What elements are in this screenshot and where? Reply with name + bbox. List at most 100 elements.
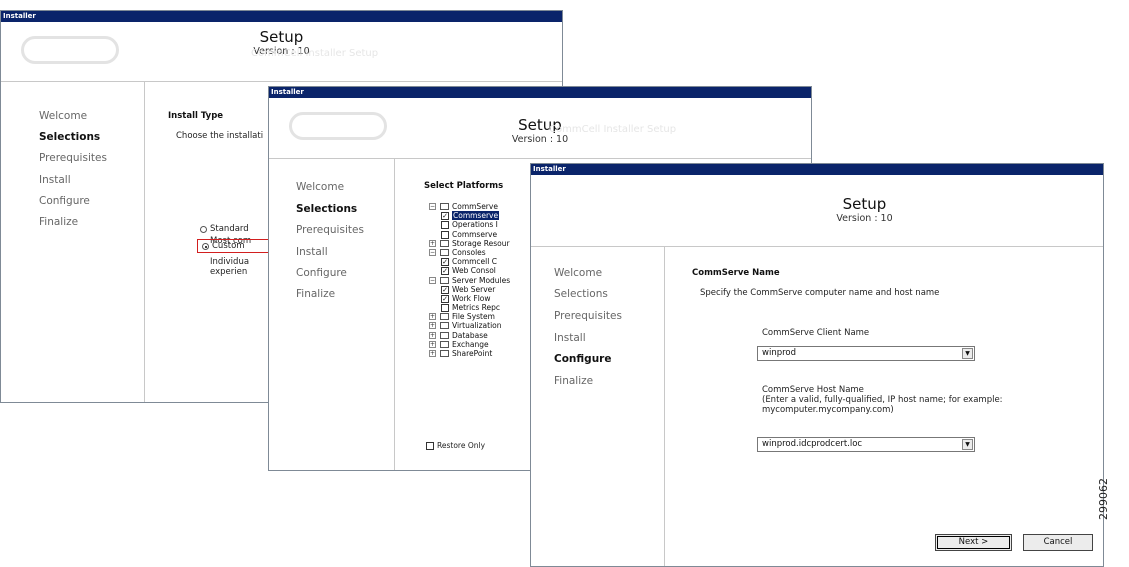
tree-item-label: File System	[452, 312, 495, 322]
nav-step-welcome: Welcome	[39, 110, 88, 122]
product-logo	[21, 36, 119, 64]
next-button[interactable]: Next >	[935, 534, 1012, 551]
folder-icon	[440, 248, 449, 256]
nav-step-selections: Selections	[554, 288, 608, 300]
tree-item-checkbox[interactable]: ✓	[441, 294, 449, 303]
section-title: Install Type	[168, 111, 224, 121]
section-title: CommServe Name	[692, 268, 780, 278]
window-title-bar: Installer	[269, 87, 811, 98]
tree-item-checkbox[interactable]	[441, 230, 449, 239]
tree-item-checkbox[interactable]	[441, 304, 449, 313]
expand-icon[interactable]: +	[429, 340, 436, 348]
tree-item-label: Exchange	[452, 339, 489, 349]
host-name-label: CommServe Host Name	[762, 385, 864, 395]
host-name-hint-line1: (Enter a valid, fully-qualified, IP host…	[762, 395, 1003, 405]
nav-step-selections: Selections	[296, 203, 358, 215]
custom-option-label[interactable]: Custom	[212, 241, 245, 251]
tree-item-label: Web Consol	[452, 266, 496, 276]
collapse-icon[interactable]: −	[429, 276, 436, 284]
window-title-bar: Installer	[1, 11, 562, 22]
setup-version: Version : 10	[836, 213, 893, 224]
tree-item-checkbox[interactable]: ✓	[441, 267, 449, 276]
figure-id-label: 299062	[1097, 478, 1110, 520]
expand-icon[interactable]: +	[429, 322, 436, 330]
folder-icon	[440, 203, 449, 210]
folder-icon	[440, 239, 449, 247]
tree-item-label: Web Server	[452, 284, 496, 294]
restore-only-label[interactable]: Restore Only	[437, 441, 485, 450]
tree-item-label: Work Flow	[452, 293, 491, 303]
nav-step-install: Install	[296, 246, 328, 258]
setup-header: Setup Version : 10	[531, 175, 1103, 247]
nav-step-prerequisites: Prerequisites	[296, 224, 364, 236]
expand-icon[interactable]: +	[429, 331, 436, 339]
tree-item-label: SharePoint	[452, 349, 493, 358]
tree-item-checkbox[interactable]: ✓	[441, 285, 449, 294]
nav-step-selections: Selections	[39, 131, 101, 143]
header-watermark: CommCell Installer Setup	[251, 48, 379, 59]
custom-option-desc-line2: experien	[210, 267, 248, 277]
collapse-icon[interactable]: −	[429, 248, 436, 256]
host-name-hint-line2: mycomputer.mycompany.com)	[762, 405, 894, 415]
folder-icon	[440, 350, 449, 357]
tree-item-label: Consoles	[452, 247, 486, 257]
tree-item-label: CommServe	[452, 202, 498, 211]
installer-window-commserve-name: Installer Setup Version : 10 Welcome Sel…	[530, 163, 1104, 567]
product-logo	[289, 112, 387, 140]
section-title: Select Platforms	[424, 181, 504, 191]
custom-radio[interactable]	[202, 243, 209, 250]
tree-item-label: Metrics Repc	[452, 303, 500, 313]
tree-item-checkbox[interactable]: ✓	[441, 258, 449, 267]
folder-icon	[440, 331, 449, 339]
custom-option-desc-line1: Individua	[210, 257, 250, 267]
wizard-steps-sidebar: Welcome Selections Prerequisites Install…	[269, 159, 395, 470]
host-name-value: winprod.idcprodcert.loc	[762, 439, 863, 449]
cancel-button[interactable]: Cancel	[1023, 534, 1093, 551]
folder-icon	[440, 313, 449, 321]
commserve-name-panel: CommServe Name Specify the CommServe com…	[665, 247, 1103, 566]
folder-icon	[440, 276, 449, 284]
tree-item-label: Commserve	[452, 229, 498, 239]
expand-icon[interactable]: +	[429, 239, 436, 247]
client-name-value: winprod	[762, 348, 796, 358]
tree-item-checkbox[interactable]: ✓	[441, 212, 449, 221]
wizard-steps-sidebar: Welcome Selections Prerequisites Install…	[531, 247, 665, 566]
tree-item-label: Virtualization	[452, 321, 502, 331]
expand-icon[interactable]: +	[429, 350, 436, 357]
setup-header: CommCell Installer Setup Setup Version :…	[1, 22, 562, 82]
tree-item-label: Server Modules	[452, 275, 511, 285]
nav-step-welcome: Welcome	[296, 181, 345, 193]
restore-only-checkbox[interactable]	[426, 442, 434, 450]
nav-step-prerequisites: Prerequisites	[39, 152, 107, 164]
nav-step-configure: Configure	[296, 267, 347, 279]
header-watermark: CommCell Installer Setup	[549, 124, 677, 135]
folder-icon	[440, 322, 449, 330]
tree-item-label: Operations I	[452, 220, 498, 230]
nav-step-configure: Configure	[554, 353, 612, 365]
tree-item-label: Storage Resour	[452, 238, 510, 248]
nav-step-finalize: Finalize	[39, 216, 79, 228]
nav-step-prerequisites: Prerequisites	[554, 310, 622, 322]
tree-item-checkbox[interactable]	[441, 221, 449, 230]
chevron-down-icon[interactable]: ▼	[962, 439, 973, 450]
standard-option-label[interactable]: Standard	[210, 224, 249, 234]
tree-item-label: Database	[452, 330, 488, 340]
nav-step-finalize: Finalize	[554, 375, 594, 387]
client-name-combobox[interactable]: winprod ▼	[757, 346, 975, 361]
tree-item-label: Commserve	[452, 211, 500, 221]
nav-step-finalize: Finalize	[296, 288, 336, 300]
setup-title: Setup	[842, 195, 887, 213]
setup-header: CommCell Installer Setup Setup Version :…	[269, 98, 811, 159]
host-name-combobox[interactable]: winprod.idcprodcert.loc ▼	[757, 437, 975, 452]
nav-step-welcome: Welcome	[554, 267, 603, 279]
wizard-steps-sidebar: Welcome Selections Prerequisites Install…	[1, 82, 145, 402]
standard-radio[interactable]	[200, 226, 207, 233]
expand-icon[interactable]: +	[429, 313, 436, 321]
chevron-down-icon[interactable]: ▼	[962, 348, 973, 359]
nav-step-configure: Configure	[39, 195, 90, 207]
nav-step-install: Install	[554, 332, 586, 344]
tree-item-label: Commcell C	[452, 257, 497, 267]
nav-step-install: Install	[39, 174, 71, 186]
client-name-label: CommServe Client Name	[762, 328, 870, 338]
collapse-icon[interactable]: −	[429, 203, 436, 210]
